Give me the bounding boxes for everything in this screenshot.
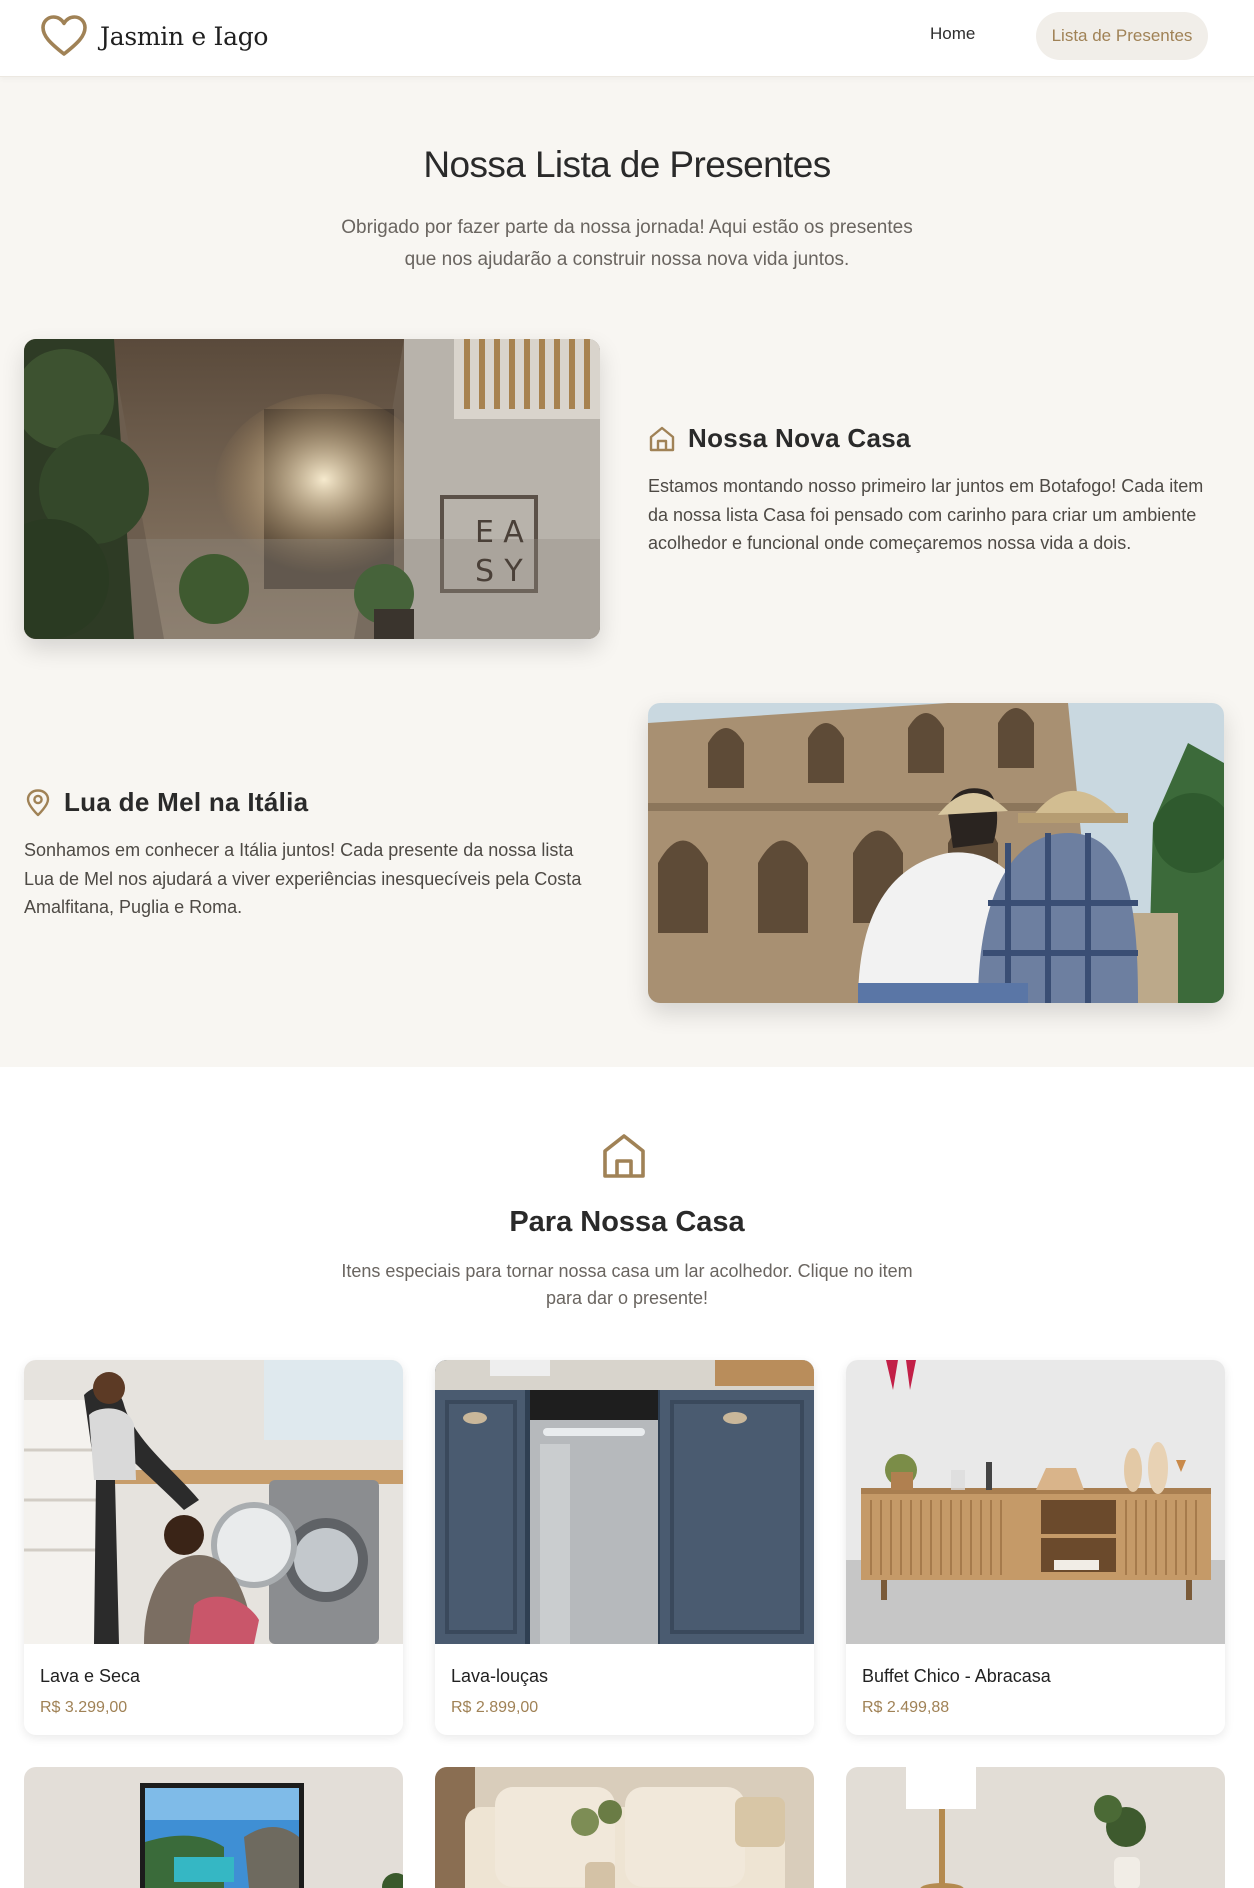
casa-section-title: Para Nossa Casa xyxy=(509,1206,745,1238)
new-home-text: Estamos montando nosso primeiro lar junt… xyxy=(648,476,1204,553)
sign-letter: A xyxy=(503,515,524,550)
gift-card[interactable]: Lava-louças R$ 2.899,00 xyxy=(435,1360,814,1735)
page-title: Nossa Lista de Presentes xyxy=(423,144,831,185)
gift-price: R$ 2.499,88 xyxy=(862,1699,950,1716)
honeymoon-text: Sonhamos em conhecer a Itália juntos! Ca… xyxy=(24,840,582,917)
honeymoon-heading: Lua de Mel na Itália xyxy=(24,787,308,818)
nav-home-link[interactable]: Home xyxy=(930,24,975,44)
gift-card[interactable]: Buffet Chico - Abracasa R$ 2.499,88 xyxy=(846,1360,1225,1735)
map-pin-icon xyxy=(26,788,50,816)
brand[interactable]: Jasmin e Iago xyxy=(40,14,268,58)
sign-letter: E xyxy=(475,515,494,550)
home-icon xyxy=(603,1134,645,1178)
gift-name: Lava e Seca xyxy=(40,1666,141,1686)
hero-section: Nossa Lista de Presentes Obrigado por fa… xyxy=(0,77,1254,1067)
nav-gift-list-link[interactable]: Lista de Presentes xyxy=(1036,12,1208,60)
new-home-title: Nossa Nova Casa xyxy=(688,423,911,453)
gift-card[interactable]: Lava e Seca R$ 3.299,00 xyxy=(24,1360,403,1735)
honeymoon-image xyxy=(648,703,1224,1003)
gift-image-tv xyxy=(24,1767,403,1888)
gift-name: Lava-louças xyxy=(451,1666,549,1686)
gift-name: Buffet Chico - Abracasa xyxy=(862,1666,1051,1686)
gift-card[interactable] xyxy=(435,1767,814,1888)
gift-card[interactable] xyxy=(846,1767,1225,1888)
gift-image-side-tables xyxy=(846,1767,1225,1888)
gift-card[interactable] xyxy=(24,1767,403,1888)
new-home-image: E A S Y xyxy=(24,339,600,639)
brand-name: Jasmin e Iago xyxy=(100,21,269,51)
gift-price: R$ 2.899,00 xyxy=(451,1699,539,1716)
sign-letter: Y xyxy=(504,554,523,589)
heart-outline-icon xyxy=(41,15,87,56)
new-home-heading: Nossa Nova Casa xyxy=(648,423,911,454)
gift-image-dishwasher xyxy=(435,1360,814,1644)
gift-image-buffet xyxy=(846,1360,1225,1644)
gift-image-sofa xyxy=(435,1767,814,1888)
honeymoon-title: Lua de Mel na Itália xyxy=(64,787,309,817)
site-header: Jasmin e Iago Home Lista de Presentes xyxy=(0,0,1254,77)
home-icon xyxy=(649,426,675,451)
gift-price: R$ 3.299,00 xyxy=(40,1699,128,1716)
page-subtitle: Obrigado por fazer parte da nossa jornad… xyxy=(341,217,913,270)
sign-letter: S xyxy=(474,554,495,589)
gift-image-washer-dryer xyxy=(24,1360,403,1644)
casa-section-subtitle: Itens especiais para tornar nossa casa u… xyxy=(341,1261,913,1308)
